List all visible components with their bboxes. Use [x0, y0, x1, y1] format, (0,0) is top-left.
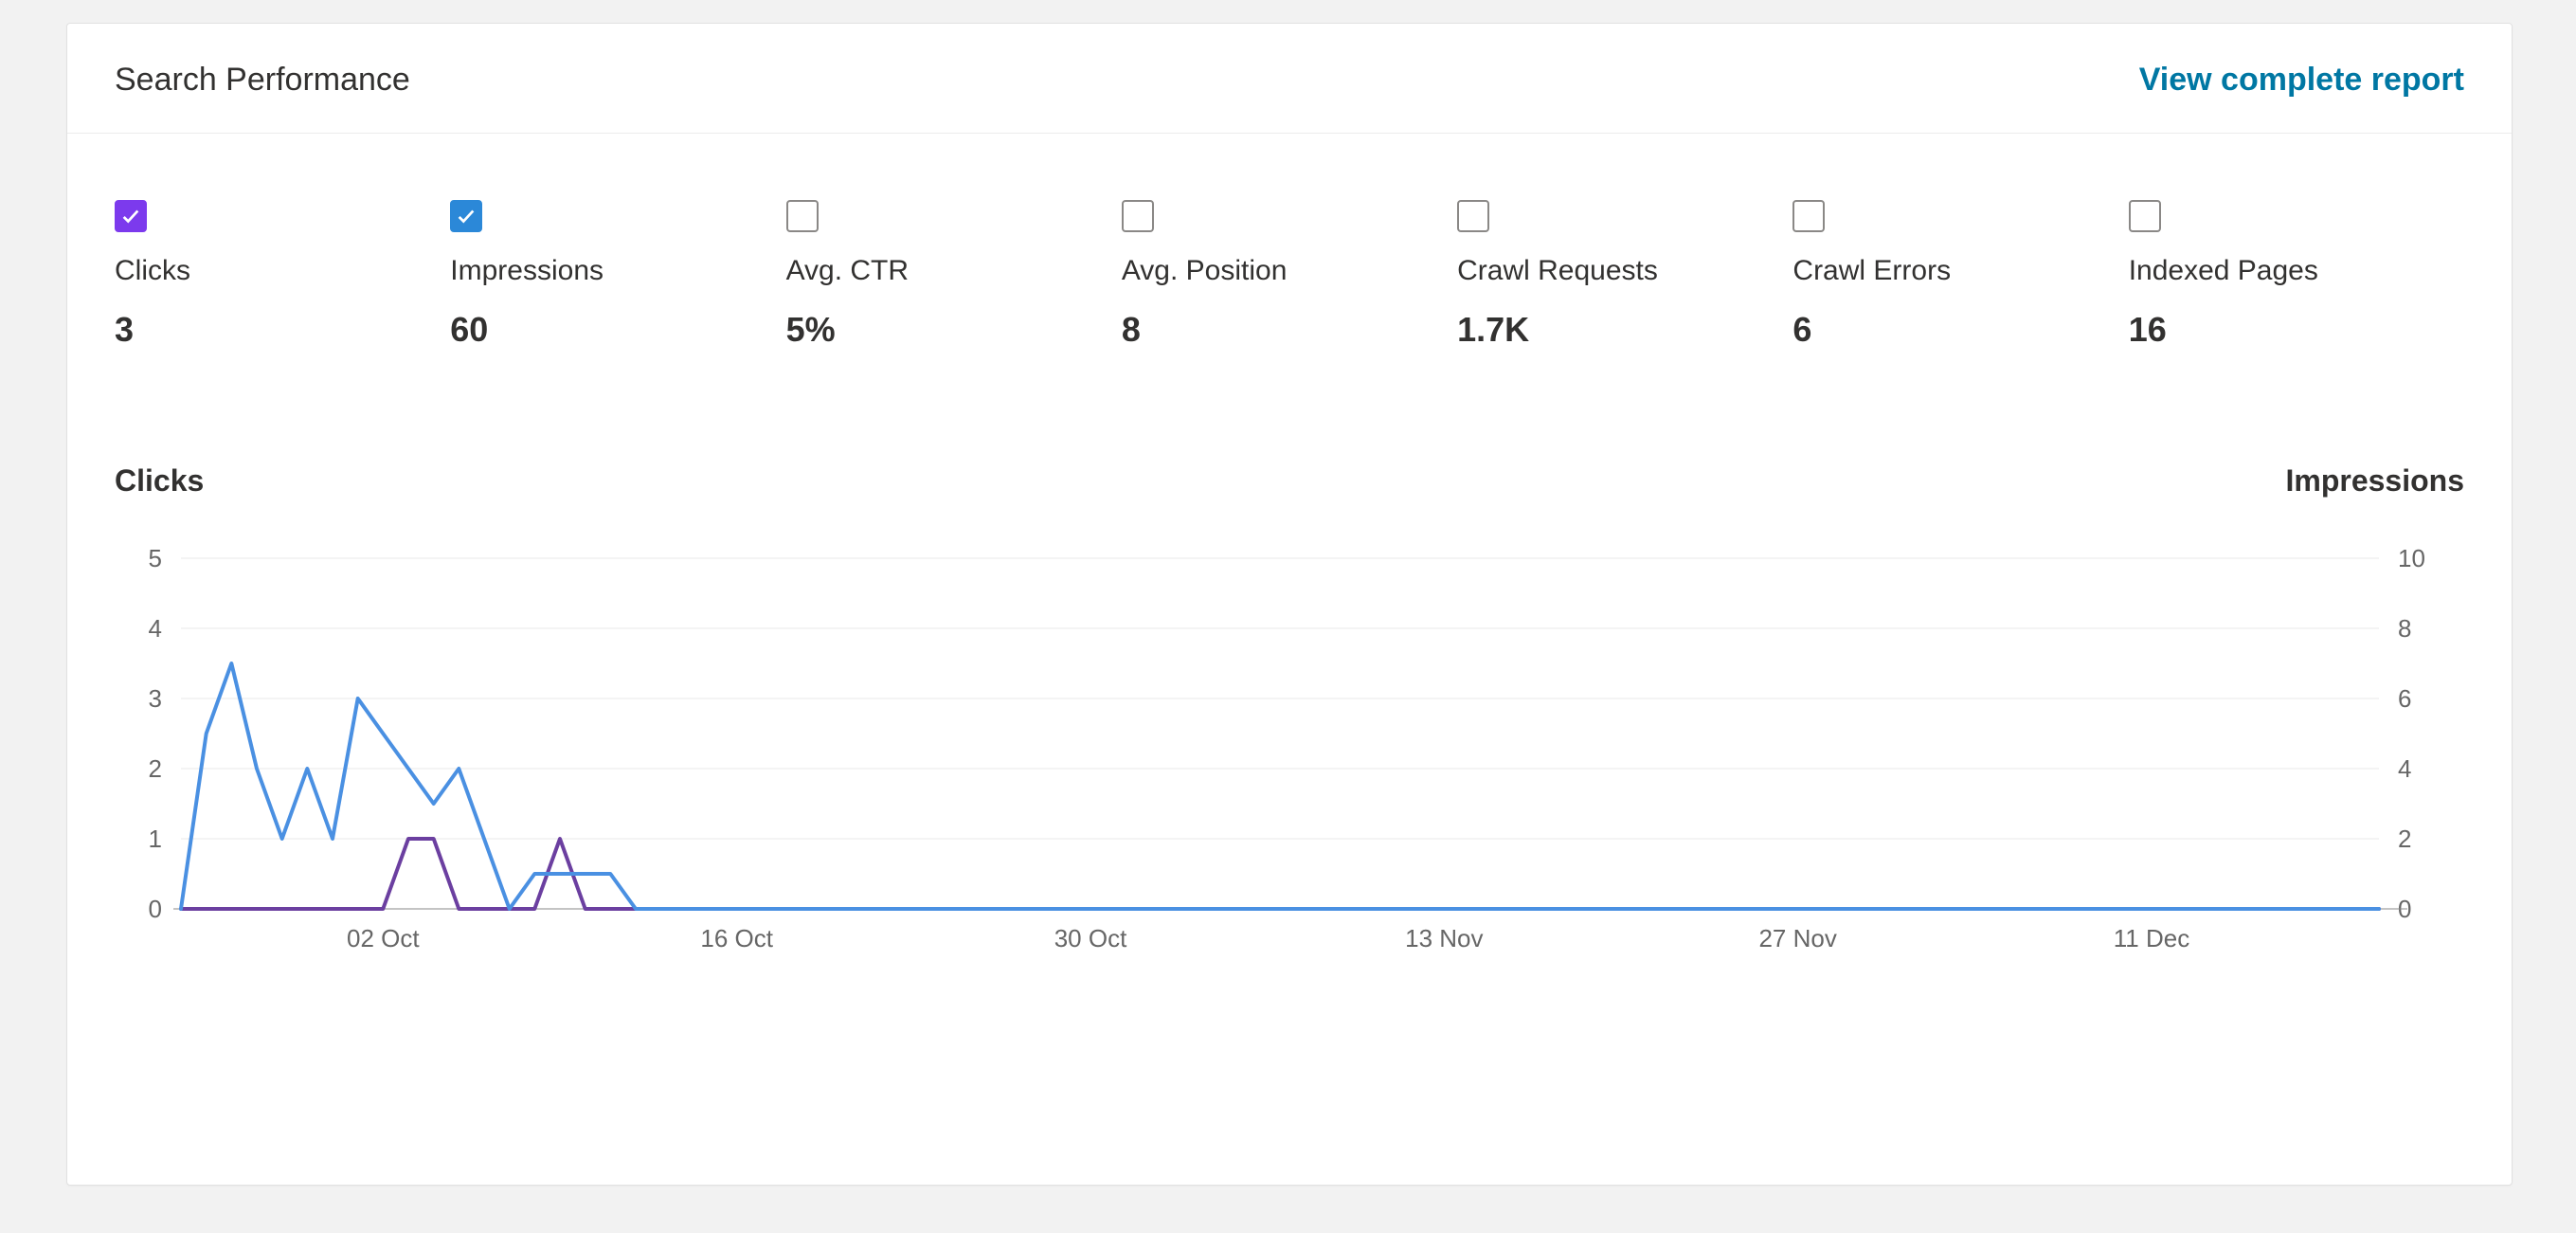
right-axis-title: Impressions [2285, 463, 2464, 499]
checkbox-avg-ctr[interactable] [786, 200, 819, 232]
check-icon [456, 206, 477, 227]
search-performance-panel: Search Performance View complete report … [66, 23, 2513, 1186]
checkbox-clicks[interactable] [115, 200, 147, 232]
metric-avg-ctr[interactable]: Avg. CTR 5% [786, 200, 1122, 350]
svg-text:2: 2 [149, 754, 162, 783]
metric-impressions[interactable]: Impressions 60 [450, 200, 785, 350]
svg-text:3: 3 [149, 684, 162, 713]
checkbox-crawl-errors[interactable] [1792, 200, 1825, 232]
svg-text:5: 5 [149, 544, 162, 572]
metric-value: 60 [450, 310, 785, 350]
metric-crawl-requests[interactable]: Crawl Requests 1.7K [1457, 200, 1792, 350]
svg-text:11 Dec: 11 Dec [2114, 924, 2189, 952]
svg-text:27 Nov: 27 Nov [1758, 924, 1836, 952]
metric-value: 6 [1792, 310, 2128, 350]
metric-indexed-pages[interactable]: Indexed Pages 16 [2129, 200, 2464, 350]
metric-value: 16 [2129, 310, 2464, 350]
svg-text:1: 1 [149, 825, 162, 853]
panel-title: Search Performance [115, 62, 410, 99]
svg-text:13 Nov: 13 Nov [1405, 924, 1483, 952]
metric-value: 1.7K [1457, 310, 1792, 350]
metric-value: 5% [786, 310, 1122, 350]
metrics-row: Clicks 3 Impressions 60 Avg. CTR 5% Avg.… [67, 134, 2512, 359]
metric-value: 3 [115, 310, 450, 350]
svg-text:10: 10 [2398, 544, 2425, 572]
chart-area: Clicks Impressions 001224364851002 Oct16… [115, 473, 2464, 1004]
svg-text:4: 4 [149, 614, 162, 643]
left-axis-title: Clicks [115, 463, 204, 499]
metric-avg-position[interactable]: Avg. Position 8 [1122, 200, 1457, 350]
svg-text:16 Oct: 16 Oct [700, 924, 773, 952]
svg-text:8: 8 [2398, 614, 2411, 643]
check-icon [120, 206, 141, 227]
metric-clicks[interactable]: Clicks 3 [115, 200, 450, 350]
svg-text:30 Oct: 30 Oct [1054, 924, 1127, 952]
view-complete-report-link[interactable]: View complete report [2139, 62, 2464, 99]
svg-text:02 Oct: 02 Oct [347, 924, 420, 952]
metric-label: Crawl Errors [1792, 255, 2128, 287]
svg-text:4: 4 [2398, 754, 2411, 783]
metric-label: Avg. Position [1122, 255, 1457, 287]
checkbox-impressions[interactable] [450, 200, 482, 232]
chart-svg: 001224364851002 Oct16 Oct30 Oct13 Nov27 … [115, 530, 2464, 966]
panel-header: Search Performance View complete report [67, 24, 2512, 134]
metric-label: Clicks [115, 255, 450, 287]
metric-value: 8 [1122, 310, 1457, 350]
svg-text:6: 6 [2398, 684, 2411, 713]
svg-text:0: 0 [149, 895, 162, 923]
checkbox-avg-position[interactable] [1122, 200, 1154, 232]
svg-text:2: 2 [2398, 825, 2411, 853]
metric-crawl-errors[interactable]: Crawl Errors 6 [1792, 200, 2128, 350]
metric-label: Crawl Requests [1457, 255, 1792, 287]
metric-label: Indexed Pages [2129, 255, 2464, 287]
checkbox-crawl-requests[interactable] [1457, 200, 1489, 232]
checkbox-indexed-pages[interactable] [2129, 200, 2161, 232]
metric-label: Avg. CTR [786, 255, 1122, 287]
metric-label: Impressions [450, 255, 785, 287]
